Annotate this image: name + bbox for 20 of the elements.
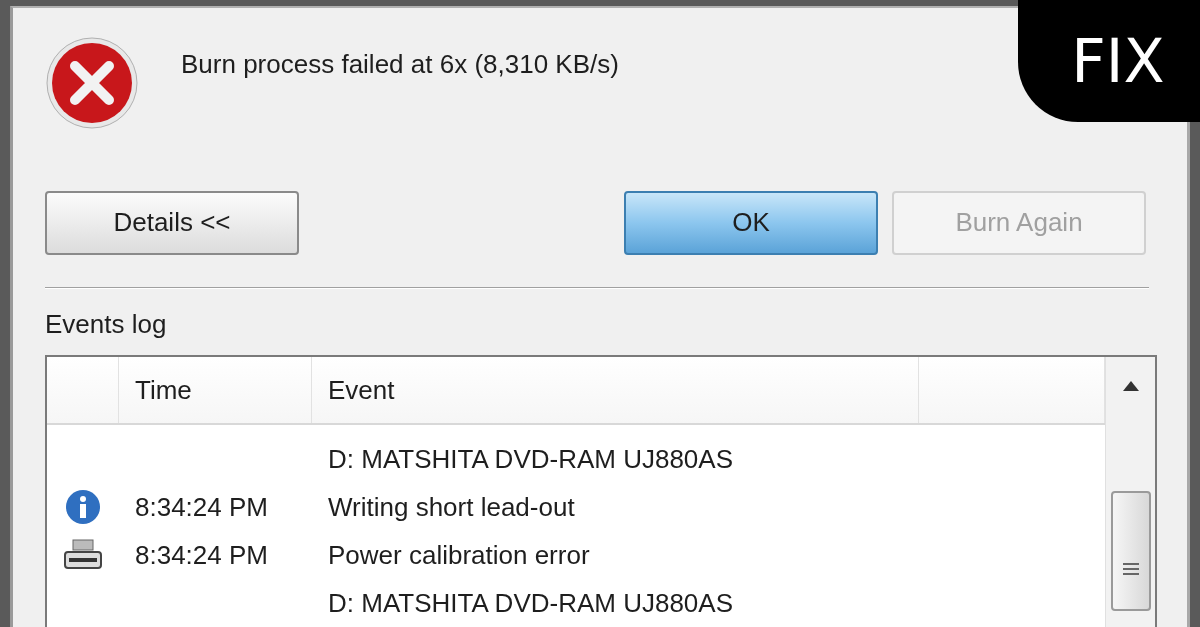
error-icon xyxy=(45,36,139,130)
column-header[interactable]: Event xyxy=(312,357,919,423)
dialog-button[interactable]: Details << xyxy=(45,190,299,255)
event-cell-text: Writing short lead-out xyxy=(327,491,576,523)
scrollbar[interactable] xyxy=(1105,357,1155,627)
scroll-thumb[interactable] xyxy=(1110,491,1151,611)
scroll-up-icon[interactable] xyxy=(1122,381,1139,391)
ok-button[interactable]: OK xyxy=(624,190,878,255)
corner-badge: FIX xyxy=(1018,0,1200,122)
event-cell-text: D: MATSHITA DVD-RAM UJ880AS xyxy=(327,443,734,475)
event-cell-text: D: MATSHITA DVD-RAM UJ880AS xyxy=(327,587,734,619)
event-cell-text: Power calibration error xyxy=(327,539,591,571)
grip-icon xyxy=(1122,563,1139,575)
section-label: Events log xyxy=(45,308,168,341)
time-cell-text: 8:34:24 PM xyxy=(134,491,269,523)
info-icon xyxy=(65,489,101,525)
time-cell-text: 8:34:24 PM xyxy=(134,539,269,571)
drive-icon xyxy=(63,538,103,572)
error-message: Burn process failed at 6x (8,310 KB/s) xyxy=(181,49,619,80)
column-header[interactable]: Time xyxy=(119,357,312,423)
